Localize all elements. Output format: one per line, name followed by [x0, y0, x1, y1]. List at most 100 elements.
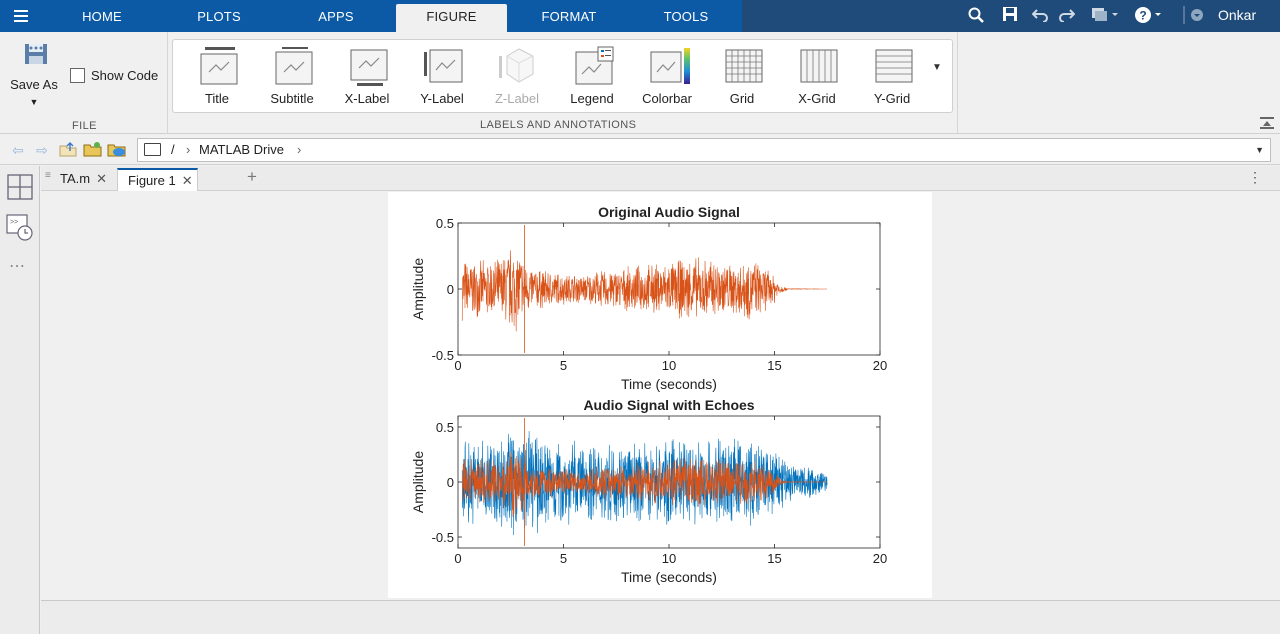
y-tick-label: 0 [447, 475, 454, 490]
save-as-button[interactable]: Save As ▼ [6, 40, 62, 116]
x-tick-label: 15 [767, 551, 781, 566]
y-tick-label: -0.5 [432, 530, 454, 545]
quick-access-toolbar: ? [742, 0, 1280, 32]
x-tick-label: 0 [454, 358, 461, 373]
top-tab-bar: HOME PLOTS APPS FIGURE FORMAT TOOLS ? On… [0, 0, 1280, 32]
y-label-button[interactable]: Y-Label [404, 46, 480, 108]
x-grid-label: X-Grid [798, 91, 836, 106]
y-axis-label: Amplitude [410, 451, 426, 513]
y-tick-label: 0.5 [436, 420, 454, 435]
grid-button[interactable]: Grid [704, 46, 780, 108]
save-icon[interactable] [1000, 6, 1020, 26]
path-dropdown-icon[interactable]: ▼ [1255, 139, 1264, 161]
more-options-icon[interactable]: ⋯ [9, 256, 26, 276]
figure-axes[interactable]: Original Audio Signal0 5 10 15 20-0.500.5Tim… [388, 192, 932, 598]
redo-icon[interactable] [1057, 6, 1077, 26]
y-axis-label: Amplitude [410, 258, 426, 320]
colorbar-label: Colorbar [642, 91, 692, 106]
title-label: Title [204, 91, 230, 106]
x-tick-label: 10 [662, 551, 676, 566]
search-icon[interactable] [966, 6, 986, 26]
y-label-icon [424, 49, 463, 83]
x-tick-label: 20 [873, 551, 887, 566]
show-code-label: Show Code [91, 68, 159, 83]
command-history-icon[interactable]: >> [6, 214, 34, 242]
grid-label: Grid [729, 91, 755, 106]
z-label-label: Z-Label [494, 91, 540, 106]
x-tick-label: 5 [560, 551, 567, 566]
x-grid-button[interactable]: X-Grid [779, 46, 855, 108]
subtitle-label: Subtitle [270, 91, 314, 106]
ribbon-divider [957, 32, 958, 134]
save-as-icon [25, 44, 47, 64]
subtitle-button[interactable]: Subtitle [254, 46, 330, 108]
x-tick-label: 15 [767, 358, 781, 373]
doc-tab-figure-1[interactable]: Figure 1 ✕ [117, 168, 198, 191]
y-grid-icon [875, 49, 913, 83]
browse-folder-icon[interactable] [83, 140, 103, 160]
colorbar-icon [650, 48, 690, 84]
path-root[interactable]: / [171, 139, 175, 161]
checkbox-box[interactable] [70, 68, 85, 83]
tab-tools[interactable]: TOOLS [646, 4, 726, 32]
back-arrow-icon[interactable]: ⇦ [8, 140, 28, 160]
figure-workspace: Original Audio Signal 0 5 10 15 20 -0.5 0 0.5 Tim… [41, 192, 1280, 600]
vertical-more-icon[interactable]: ⋮ [1248, 169, 1262, 186]
path-separator-icon: › [297, 142, 302, 157]
y-label-label: Y-Label [420, 91, 464, 106]
layout-panels-icon[interactable] [7, 174, 33, 200]
up-folder-icon[interactable] [58, 140, 78, 160]
y-grid-label: Y-Grid [873, 91, 911, 106]
doc-tab-label: TA.m [60, 171, 91, 186]
address-bar: ⇦ ⇨ / › MATLAB Drive › ▼ [0, 135, 1280, 165]
colorbar-button[interactable]: Colorbar [629, 46, 705, 108]
notification-dropdown-icon[interactable] [1180, 6, 1206, 26]
x-grid-icon [800, 49, 838, 83]
z-label-icon [499, 48, 534, 83]
svg-text:?: ? [1139, 9, 1146, 23]
help-icon[interactable]: ? [1132, 6, 1166, 26]
x-tick-label: 0 [454, 551, 461, 566]
file-group: Save As ▼ Show Code FILE [0, 32, 168, 134]
z-label-button[interactable]: Z-Label [479, 46, 555, 108]
current-folder-path[interactable]: / › MATLAB Drive › ▼ [137, 138, 1271, 162]
menu-icon[interactable] [6, 4, 36, 28]
tab-apps[interactable]: APPS [296, 4, 376, 32]
x-tick-label: 20 [873, 358, 887, 373]
window-layout-icon[interactable] [1088, 6, 1122, 26]
tab-home[interactable]: HOME [62, 4, 142, 32]
save-as-label: Save As [10, 77, 58, 92]
doc-tab-ta-m[interactable]: TA.m ✕ [50, 168, 116, 191]
collapse-ribbon-icon[interactable] [1260, 117, 1274, 129]
undo-icon[interactable] [1030, 6, 1050, 26]
chevron-down-icon[interactable]: ▼ [30, 97, 39, 107]
y-tick-label: -0.5 [432, 348, 454, 363]
chart-title: Audio Signal with Echoes [583, 397, 754, 413]
path-folder[interactable]: MATLAB Drive [199, 139, 284, 161]
path-separator-icon: › [186, 142, 191, 157]
y-grid-button[interactable]: Y-Grid [854, 46, 930, 108]
cloud-folder-icon[interactable] [107, 140, 127, 160]
grid-icon [725, 49, 763, 83]
gallery-more-icon[interactable]: ▼ [932, 62, 942, 73]
close-icon[interactable]: ✕ [96, 171, 107, 186]
close-icon[interactable]: ✕ [182, 173, 193, 188]
labels-group-label: LABELS AND ANNOTATIONS [480, 119, 637, 131]
legend-button[interactable]: Legend [554, 46, 630, 108]
x-label-button[interactable]: X-Label [329, 46, 405, 108]
svg-text:>>: >> [10, 219, 18, 226]
title-icon [200, 47, 238, 85]
folder-icon [144, 143, 161, 156]
show-code-checkbox[interactable]: Show Code [70, 68, 158, 83]
forward-arrow-icon[interactable]: ⇨ [32, 140, 52, 160]
tab-figure[interactable]: FIGURE [396, 4, 507, 32]
x-tick-label: 10 [662, 358, 676, 373]
tab-plots[interactable]: PLOTS [178, 4, 260, 32]
add-tab-icon[interactable]: + [247, 167, 257, 187]
legend-icon [575, 46, 614, 85]
figure-ribbon: Save As ▼ Show Code FILE Title Subtitle [0, 32, 1280, 134]
tab-format[interactable]: FORMAT [524, 4, 614, 32]
username[interactable]: Onkar [1218, 7, 1256, 23]
title-button[interactable]: Title [179, 46, 255, 108]
x-label-label: X-Label [344, 91, 390, 106]
